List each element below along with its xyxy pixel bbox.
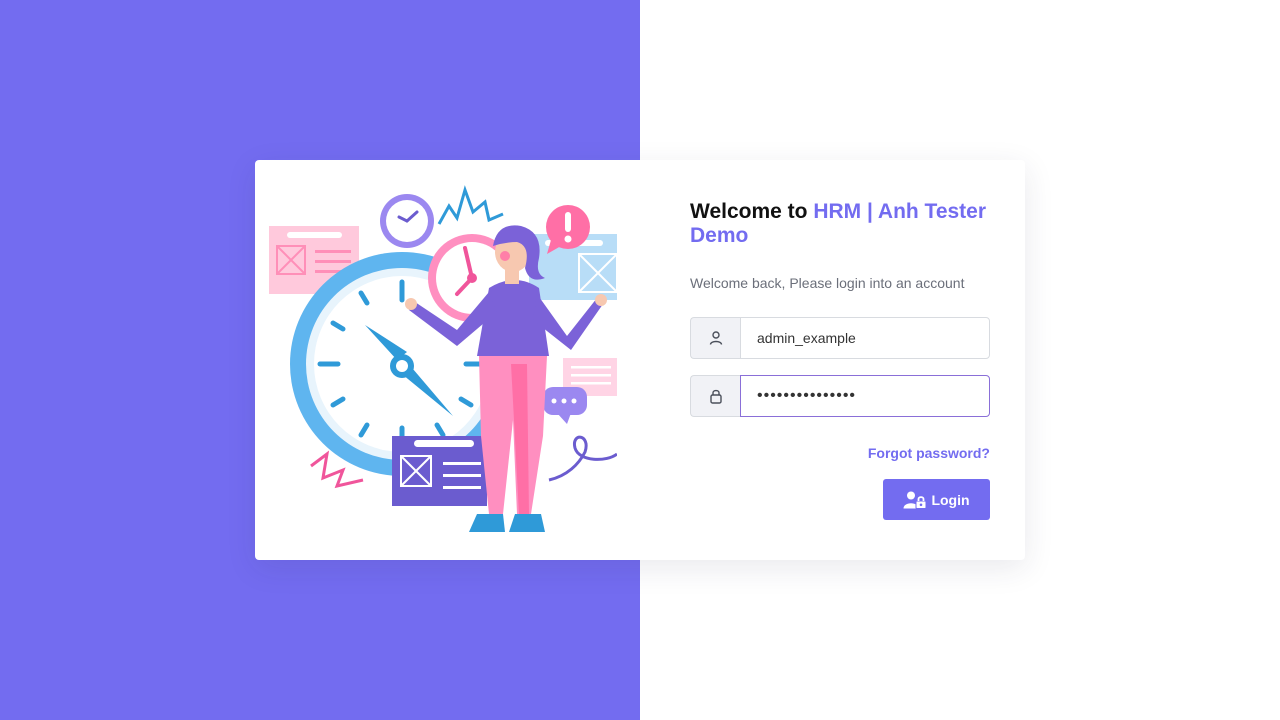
password-input-group: [690, 375, 990, 417]
lock-icon: [690, 375, 740, 417]
login-button-label: Login: [931, 491, 970, 508]
welcome-prefix: Welcome to: [690, 200, 808, 223]
password-field[interactable]: [740, 375, 990, 417]
welcome-subtitle: Welcome back, Please login into an accou…: [690, 275, 965, 291]
login-card: Welcome to HRM | Anh Tester Demo Welcome…: [255, 160, 1025, 560]
time-management-illustration: [269, 185, 617, 532]
username-field[interactable]: [740, 317, 990, 359]
login-form-area: Welcome to HRM | Anh Tester Demo Welcome…: [690, 200, 990, 520]
forgot-password-link[interactable]: Forgot password?: [868, 445, 990, 461]
login-button[interactable]: Login: [883, 479, 990, 520]
welcome-title: Welcome to HRM | Anh Tester Demo: [690, 200, 990, 248]
user-icon: [690, 317, 740, 359]
user-lock-icon: [903, 491, 927, 509]
username-input-group: [690, 317, 990, 359]
